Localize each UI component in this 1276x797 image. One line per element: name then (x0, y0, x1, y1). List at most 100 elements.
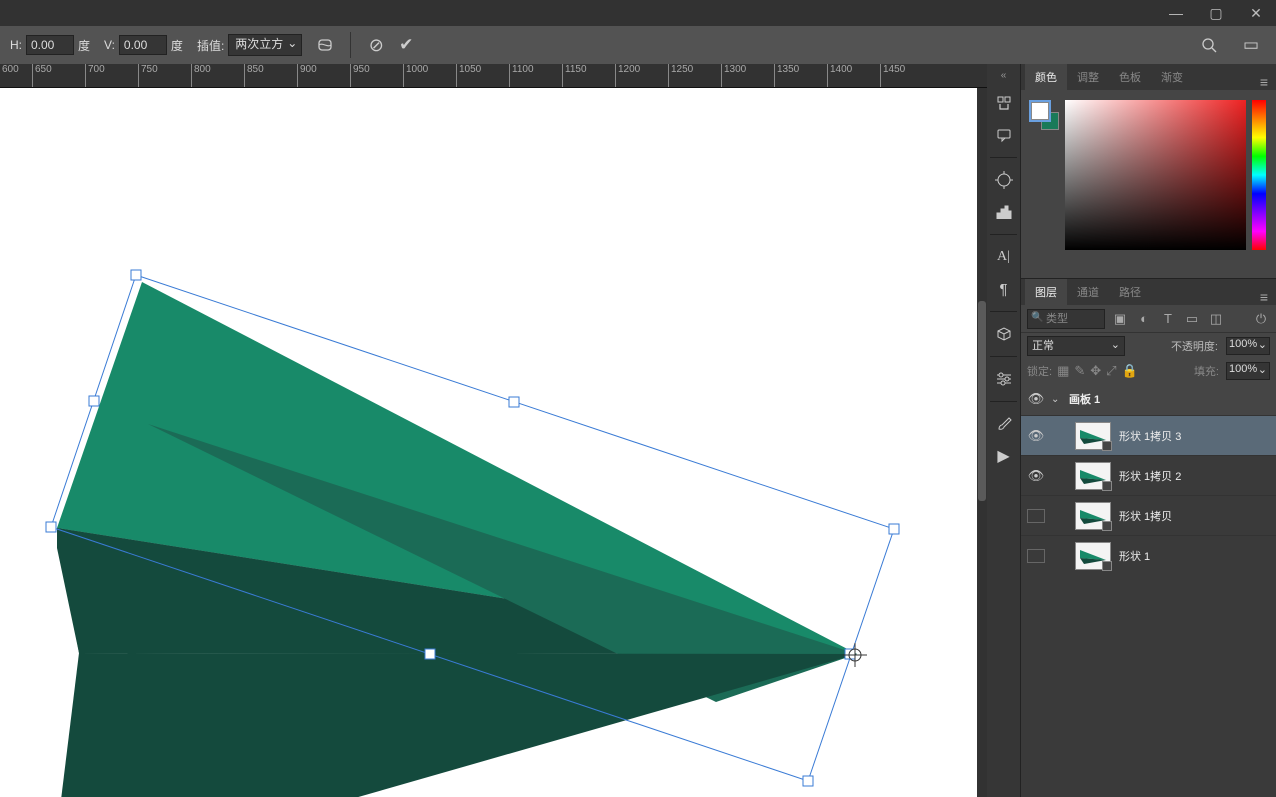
opacity-label: 不透明度: (1171, 338, 1218, 354)
close-button[interactable]: ✕ (1236, 0, 1276, 26)
warp-icon[interactable] (313, 33, 337, 57)
shape-badge-icon (1102, 441, 1112, 451)
divider (350, 32, 351, 58)
panels-stack: 颜色 调整 色板 渐变 ≡ 图层 通道 路径 ≡ 类型 ▣ (1021, 64, 1276, 797)
canvas-scrollbar[interactable] (977, 88, 987, 797)
right-panel-column: « A| ¶ ▶ 颜色 调整 色板 渐变 ≡ (987, 64, 1276, 797)
layer-thumbnail[interactable] (1075, 502, 1111, 530)
navigator-icon[interactable] (990, 166, 1018, 194)
foreground-swatch[interactable] (1031, 102, 1049, 120)
layers-list[interactable]: 👁 ⌄ 画板 1 👁 形状 1拷贝 3 👁 形状 1拷贝 2 形状 1拷贝形状 1 (1021, 383, 1276, 797)
color-panel-menu-icon[interactable]: ≡ (1252, 74, 1276, 90)
visibility-toggle[interactable] (1027, 549, 1045, 563)
h-unit: 度 (78, 37, 90, 54)
commit-transform-icon[interactable]: ✔ (394, 33, 418, 57)
filter-image-icon[interactable]: ▣ (1111, 311, 1129, 327)
actions-icon[interactable]: ▶ (990, 442, 1018, 470)
layers-panel-menu-icon[interactable]: ≡ (1252, 289, 1276, 305)
layer-name[interactable]: 形状 1拷贝 3 (1119, 428, 1181, 444)
layers-filter-bar: 类型 ▣ ◐ T ▭ ◫ ⏻ (1021, 305, 1276, 333)
options-bar: H: 度 V: 度 插值: 两次立方 ⊘ ✔ ▭ (0, 26, 1276, 64)
adjustments-icon[interactable] (990, 365, 1018, 393)
visibility-toggle[interactable]: 👁 (1027, 391, 1045, 407)
layer-name[interactable]: 形状 1拷贝 2 (1119, 468, 1181, 484)
layers-panel-tabs: 图层 通道 路径 ≡ (1021, 279, 1276, 305)
title-bar: — ▢ ✕ (0, 0, 1276, 26)
twirl-down-icon[interactable]: ⌄ (1051, 394, 1063, 405)
shape-badge-icon (1102, 521, 1112, 531)
color-panel-tabs: 颜色 调整 色板 渐变 ≡ (1021, 64, 1276, 90)
layer-name[interactable]: 形状 1 (1119, 548, 1150, 564)
layer-thumbnail[interactable] (1075, 422, 1111, 450)
tab-paths[interactable]: 路径 (1109, 279, 1151, 305)
h-label: H: (10, 38, 22, 52)
tab-gradient[interactable]: 渐变 (1151, 64, 1193, 90)
lock-paint-icon[interactable]: ✎ (1074, 363, 1085, 379)
tab-color[interactable]: 颜色 (1025, 64, 1067, 90)
shape-badge-icon (1102, 481, 1112, 491)
pivot-icon (843, 643, 867, 667)
paragraph-icon[interactable]: ¶ (990, 275, 1018, 303)
blend-mode-select[interactable]: 正常 (1027, 336, 1125, 356)
artboard-row[interactable]: 👁 ⌄ 画板 1 (1021, 383, 1276, 415)
layer-row[interactable]: 形状 1 (1021, 535, 1276, 575)
interpolation-select[interactable]: 两次立方 (228, 34, 302, 56)
tab-adjust[interactable]: 调整 (1067, 64, 1109, 90)
brushes-icon[interactable] (990, 410, 1018, 438)
fill-input[interactable]: 100% (1226, 362, 1270, 380)
histogram-icon[interactable] (990, 198, 1018, 226)
3d-icon[interactable] (990, 320, 1018, 348)
history-icon[interactable] (990, 89, 1018, 117)
artboard-name[interactable]: 画板 1 (1069, 391, 1100, 407)
filter-toggle-icon[interactable]: ⏻ (1252, 311, 1270, 327)
character-icon[interactable]: A| (990, 243, 1018, 271)
comment-icon[interactable] (990, 121, 1018, 149)
share-icon[interactable]: ▭ (1239, 33, 1263, 57)
tab-swatches[interactable]: 色板 (1109, 64, 1151, 90)
visibility-toggle[interactable]: 👁 (1027, 468, 1045, 484)
lock-all-icon[interactable]: 🔒 (1122, 363, 1138, 379)
visibility-toggle[interactable]: 👁 (1027, 428, 1045, 444)
hue-slider[interactable] (1252, 100, 1266, 250)
h-input[interactable] (26, 35, 74, 55)
layer-row[interactable]: 👁 形状 1拷贝 3 (1021, 415, 1276, 455)
ruler-horizontal[interactable]: 600 650 700 750 800 850 900 950 1000 105… (0, 64, 987, 88)
interp-label: 插值: (197, 37, 224, 54)
layers-lock-row: 锁定: ▦ ✎ ✥ ⤢ 🔒 填充: 100% (1021, 359, 1276, 383)
lock-label: 锁定: (1027, 363, 1052, 379)
collapse-chevron-icon[interactable]: « (1001, 70, 1007, 81)
color-field[interactable] (1065, 100, 1246, 250)
v-unit: 度 (171, 37, 183, 54)
lock-artboard-icon[interactable]: ⤢ (1106, 363, 1116, 379)
maximize-button[interactable]: ▢ (1196, 0, 1236, 26)
color-panel (1021, 90, 1276, 278)
canvas[interactable] (0, 88, 977, 797)
visibility-toggle[interactable] (1027, 509, 1045, 523)
v-label: V: (104, 38, 115, 52)
layers-blend-row: 正常 不透明度: 100% (1021, 333, 1276, 359)
panel-icon-strip: « A| ¶ ▶ (987, 64, 1021, 797)
layer-thumbnail[interactable] (1075, 542, 1111, 570)
layers-panel: 图层 通道 路径 ≡ 类型 ▣ ◐ T ▭ ◫ ⏻ 正常 不透明度: 100% … (1021, 278, 1276, 797)
filter-smart-icon[interactable]: ◫ (1207, 311, 1225, 327)
lock-pixels-icon[interactable]: ▦ (1057, 363, 1069, 379)
search-icon[interactable] (1197, 33, 1221, 57)
layer-name[interactable]: 形状 1拷贝 (1119, 508, 1172, 524)
layer-filter-select[interactable]: 类型 (1027, 309, 1105, 329)
filter-adjust-icon[interactable]: ◐ (1135, 311, 1153, 326)
tab-layers[interactable]: 图层 (1025, 279, 1067, 305)
fill-label: 填充: (1194, 363, 1219, 379)
filter-shape-icon[interactable]: ▭ (1183, 311, 1201, 327)
filter-type-icon[interactable]: T (1159, 311, 1177, 326)
layer-row[interactable]: 形状 1拷贝 (1021, 495, 1276, 535)
tab-channels[interactable]: 通道 (1067, 279, 1109, 305)
minimize-button[interactable]: — (1156, 0, 1196, 26)
shape-badge-icon (1102, 561, 1112, 571)
layer-thumbnail[interactable] (1075, 462, 1111, 490)
lock-position-icon[interactable]: ✥ (1090, 363, 1101, 379)
cancel-transform-icon[interactable]: ⊘ (364, 33, 388, 57)
fg-bg-swatches[interactable] (1031, 102, 1059, 130)
opacity-input[interactable]: 100% (1226, 337, 1270, 355)
v-input[interactable] (119, 35, 167, 55)
layer-row[interactable]: 👁 形状 1拷贝 2 (1021, 455, 1276, 495)
